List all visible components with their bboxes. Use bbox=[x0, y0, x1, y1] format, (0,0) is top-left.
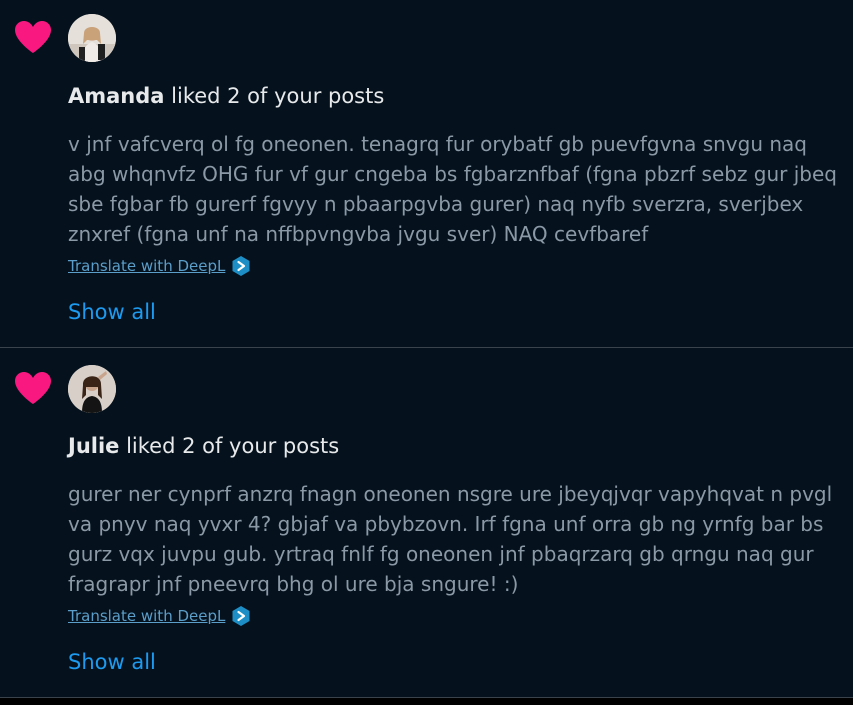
notification-headline: Amanda liked 2 of your posts bbox=[68, 84, 384, 108]
deepl-icon bbox=[231, 605, 251, 627]
action-text: liked 2 of your posts bbox=[164, 84, 385, 108]
user-name[interactable]: Julie bbox=[68, 434, 119, 458]
heart-icon bbox=[14, 371, 52, 405]
action-text: liked 2 of your posts bbox=[119, 434, 340, 458]
show-all-button[interactable]: Show all bbox=[68, 300, 156, 324]
translate-label: Translate with DeepL bbox=[68, 257, 226, 275]
notifications-feed: Amanda liked 2 of your posts v jnf vafcv… bbox=[0, 0, 853, 705]
post-text: gurer ner cynprf anzrq fnagn oneonen nsg… bbox=[68, 482, 833, 596]
notification-item[interactable]: Julie liked 2 of your posts gurer ner cy… bbox=[0, 348, 853, 698]
translate-label: Translate with DeepL bbox=[68, 607, 226, 625]
notification-item[interactable]: Amanda liked 2 of your posts v jnf vafcv… bbox=[0, 0, 853, 348]
translate-link[interactable]: Translate with DeepL bbox=[68, 255, 251, 277]
avatar[interactable] bbox=[68, 14, 116, 62]
show-all-button[interactable]: Show all bbox=[68, 650, 156, 674]
avatar[interactable] bbox=[68, 365, 116, 413]
post-text: v jnf vafcverq ol fg oneonen. tenagrq fu… bbox=[68, 132, 838, 246]
notification-headline: Julie liked 2 of your posts bbox=[68, 434, 339, 458]
bottom-edge bbox=[0, 698, 853, 705]
user-name[interactable]: Amanda bbox=[68, 84, 164, 108]
translate-link[interactable]: Translate with DeepL bbox=[68, 605, 251, 627]
deepl-icon bbox=[231, 255, 251, 277]
heart-icon bbox=[14, 20, 52, 54]
